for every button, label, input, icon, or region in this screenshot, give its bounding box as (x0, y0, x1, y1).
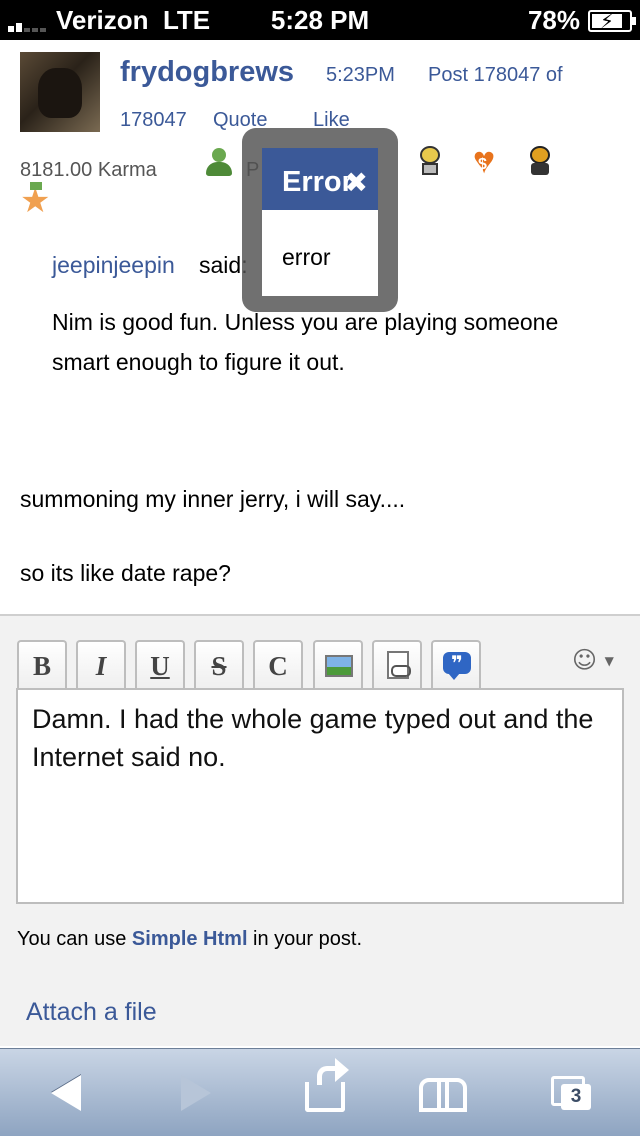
tabs-icon: 3 (551, 1076, 591, 1110)
insert-quote-button[interactable]: ❞ (431, 640, 481, 690)
error-modal-message: error (282, 244, 331, 270)
goggles-icon (416, 146, 444, 175)
post-number-link-cont[interactable]: 178047 (120, 109, 187, 132)
hint-suffix: in your post. (247, 928, 363, 950)
tab-count: 3 (561, 1084, 591, 1110)
quote-text: Nim is good fun. Unless you are playing … (52, 309, 559, 375)
bold-button[interactable]: B (17, 640, 67, 690)
attach-file-link[interactable]: Attach a file (26, 998, 157, 1027)
close-icon[interactable]: ✖ (345, 166, 368, 199)
underline-button[interactable]: U (135, 640, 185, 690)
quote-said-label: said: (199, 252, 248, 278)
hint-prefix: You can use (17, 928, 132, 950)
share-icon[interactable] (300, 1049, 350, 1136)
person-icon (204, 148, 232, 176)
post-body-line: summoning my inner jerry, i will say.... (20, 486, 406, 512)
strikethrough-button[interactable]: S (194, 640, 244, 690)
error-modal-content: Error ✖ error (262, 148, 378, 296)
image-icon (325, 655, 353, 677)
hood-icon (526, 146, 554, 175)
emoji-button[interactable]: ☺ ▼ (572, 646, 614, 674)
italic-button[interactable]: I (76, 640, 126, 690)
post-username[interactable]: frydogbrews (120, 56, 294, 89)
quote-bubble-icon: ❞ (443, 652, 471, 680)
karma-count: 8181.00 Karma (20, 159, 157, 181)
error-modal-title: Error (282, 166, 353, 198)
simple-html-link[interactable]: Simple Html (132, 928, 248, 950)
post-body-line: so its like date rape? (20, 560, 231, 586)
forward-arrow-icon[interactable] (176, 1049, 216, 1136)
avatar[interactable] (20, 52, 100, 132)
post-time: 5:23PM (326, 64, 395, 86)
html-hint: You can use Simple Html in your post. (17, 928, 362, 951)
insert-image-button[interactable] (313, 640, 363, 690)
tabs-button[interactable]: 3 (548, 1049, 594, 1136)
link-icon (387, 651, 411, 679)
status-bar: Verizon LTE 5:28 PM 78% ⚡ (0, 0, 640, 40)
bookmarks-icon[interactable] (418, 1049, 468, 1136)
back-arrow-icon[interactable] (46, 1049, 86, 1136)
browser-toolbar: 3 (0, 1048, 640, 1136)
code-button[interactable]: C (253, 640, 303, 690)
chevron-down-icon: ▼ (604, 654, 614, 668)
insert-link-button[interactable] (372, 640, 422, 690)
heart-money-icon: ♥ $ (472, 140, 496, 182)
error-modal: Error ✖ error (242, 128, 398, 312)
post-number-link[interactable]: Post 178047 of (428, 64, 563, 87)
star-medal-icon: ★ (20, 182, 51, 220)
battery-icon: ⚡ (588, 9, 636, 33)
battery-percent: 78% (527, 5, 580, 35)
quote-author-link[interactable]: jeepinjeepin (52, 252, 175, 279)
battery-status: 78% ⚡ (527, 5, 636, 36)
reply-textarea[interactable]: Damn. I had the whole game typed out and… (16, 688, 624, 904)
